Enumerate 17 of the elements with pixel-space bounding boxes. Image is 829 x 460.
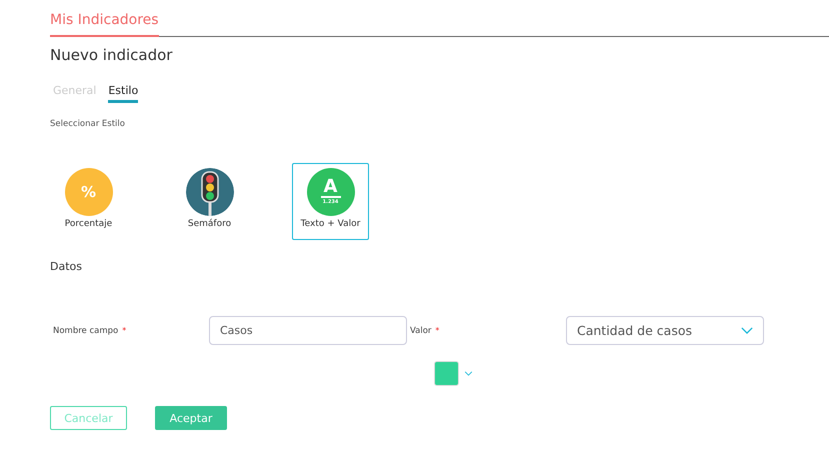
tab[interactable]: Estilo xyxy=(108,84,138,103)
required-mark: * xyxy=(122,326,126,334)
chevron-down-icon[interactable] xyxy=(464,371,473,376)
style-option[interactable]: % Porcentaje xyxy=(50,163,127,240)
chevron-down-icon xyxy=(741,327,753,334)
field-label: Nombre campo xyxy=(53,326,118,336)
field-label: Valor xyxy=(410,326,432,336)
section-label: Seleccionar Estilo xyxy=(50,119,126,129)
percent-icon: % xyxy=(64,168,112,216)
section-heading: Datos xyxy=(50,260,83,273)
select-field[interactable]: Cantidad de casos xyxy=(566,316,764,345)
input-field[interactable]: Casos xyxy=(209,316,407,345)
required-mark: * xyxy=(435,326,440,334)
style-option[interactable]: Semáforo xyxy=(171,163,248,240)
page-title: Nuevo indicador xyxy=(50,46,174,64)
color-swatch[interactable] xyxy=(434,361,459,386)
traffic-light-icon xyxy=(186,168,234,216)
